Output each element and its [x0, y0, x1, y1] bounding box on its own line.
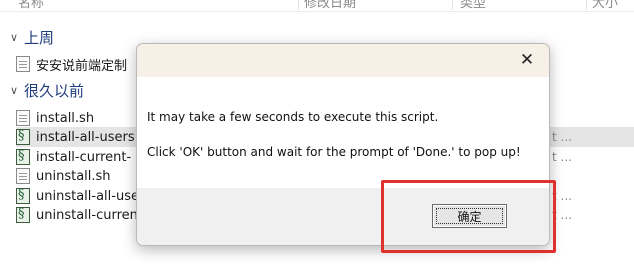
- script-icon: [16, 148, 30, 165]
- file-type-truncated: t ...: [552, 150, 572, 164]
- column-type[interactable]: 类型: [460, 0, 486, 11]
- column-divider[interactable]: [298, 0, 299, 10]
- group-header-last-week[interactable]: ∨ 上周: [6, 27, 54, 48]
- script-icon: [16, 128, 30, 145]
- group-header-long-ago[interactable]: ∨ 很久以前: [6, 80, 84, 101]
- file-name: 安安说前端定制: [36, 58, 128, 74]
- dialog-titlebar[interactable]: ✕: [137, 44, 549, 77]
- chevron-down-icon: ∨: [9, 31, 19, 44]
- file-name: install-current-: [36, 149, 132, 165]
- document-icon: [16, 168, 30, 184]
- file-type-truncated: t ...: [552, 130, 572, 144]
- file-name: install-all-users: [36, 129, 135, 145]
- chevron-down-icon: ∨: [9, 84, 19, 97]
- file-name: install.sh: [36, 110, 95, 126]
- message-line-2: Click 'OK' button and wait for the promp…: [147, 145, 521, 159]
- close-button[interactable]: ✕: [517, 50, 537, 70]
- group-label: 很久以前: [24, 82, 85, 100]
- column-header-bar: 名称 修改日期 类型 大小: [0, 0, 634, 12]
- document-icon: [16, 56, 30, 72]
- file-name: uninstall-curren: [36, 207, 138, 223]
- message-line-1: It may take a few seconds to execute thi…: [147, 110, 439, 124]
- script-icon: [16, 187, 30, 204]
- column-name[interactable]: 名称: [18, 0, 44, 11]
- column-modified[interactable]: 修改日期: [304, 0, 356, 11]
- ok-button[interactable]: 确定: [432, 204, 507, 228]
- dialog-content: It may take a few seconds to execute thi…: [137, 77, 549, 188]
- column-divider[interactable]: [452, 0, 453, 10]
- column-divider[interactable]: [586, 0, 587, 10]
- column-size[interactable]: 大小: [592, 0, 618, 11]
- file-name: uninstall.sh: [36, 168, 111, 184]
- script-icon: [16, 206, 30, 223]
- document-icon: [16, 110, 30, 126]
- file-name: uninstall-all-use: [36, 188, 139, 204]
- group-label: 上周: [24, 29, 55, 47]
